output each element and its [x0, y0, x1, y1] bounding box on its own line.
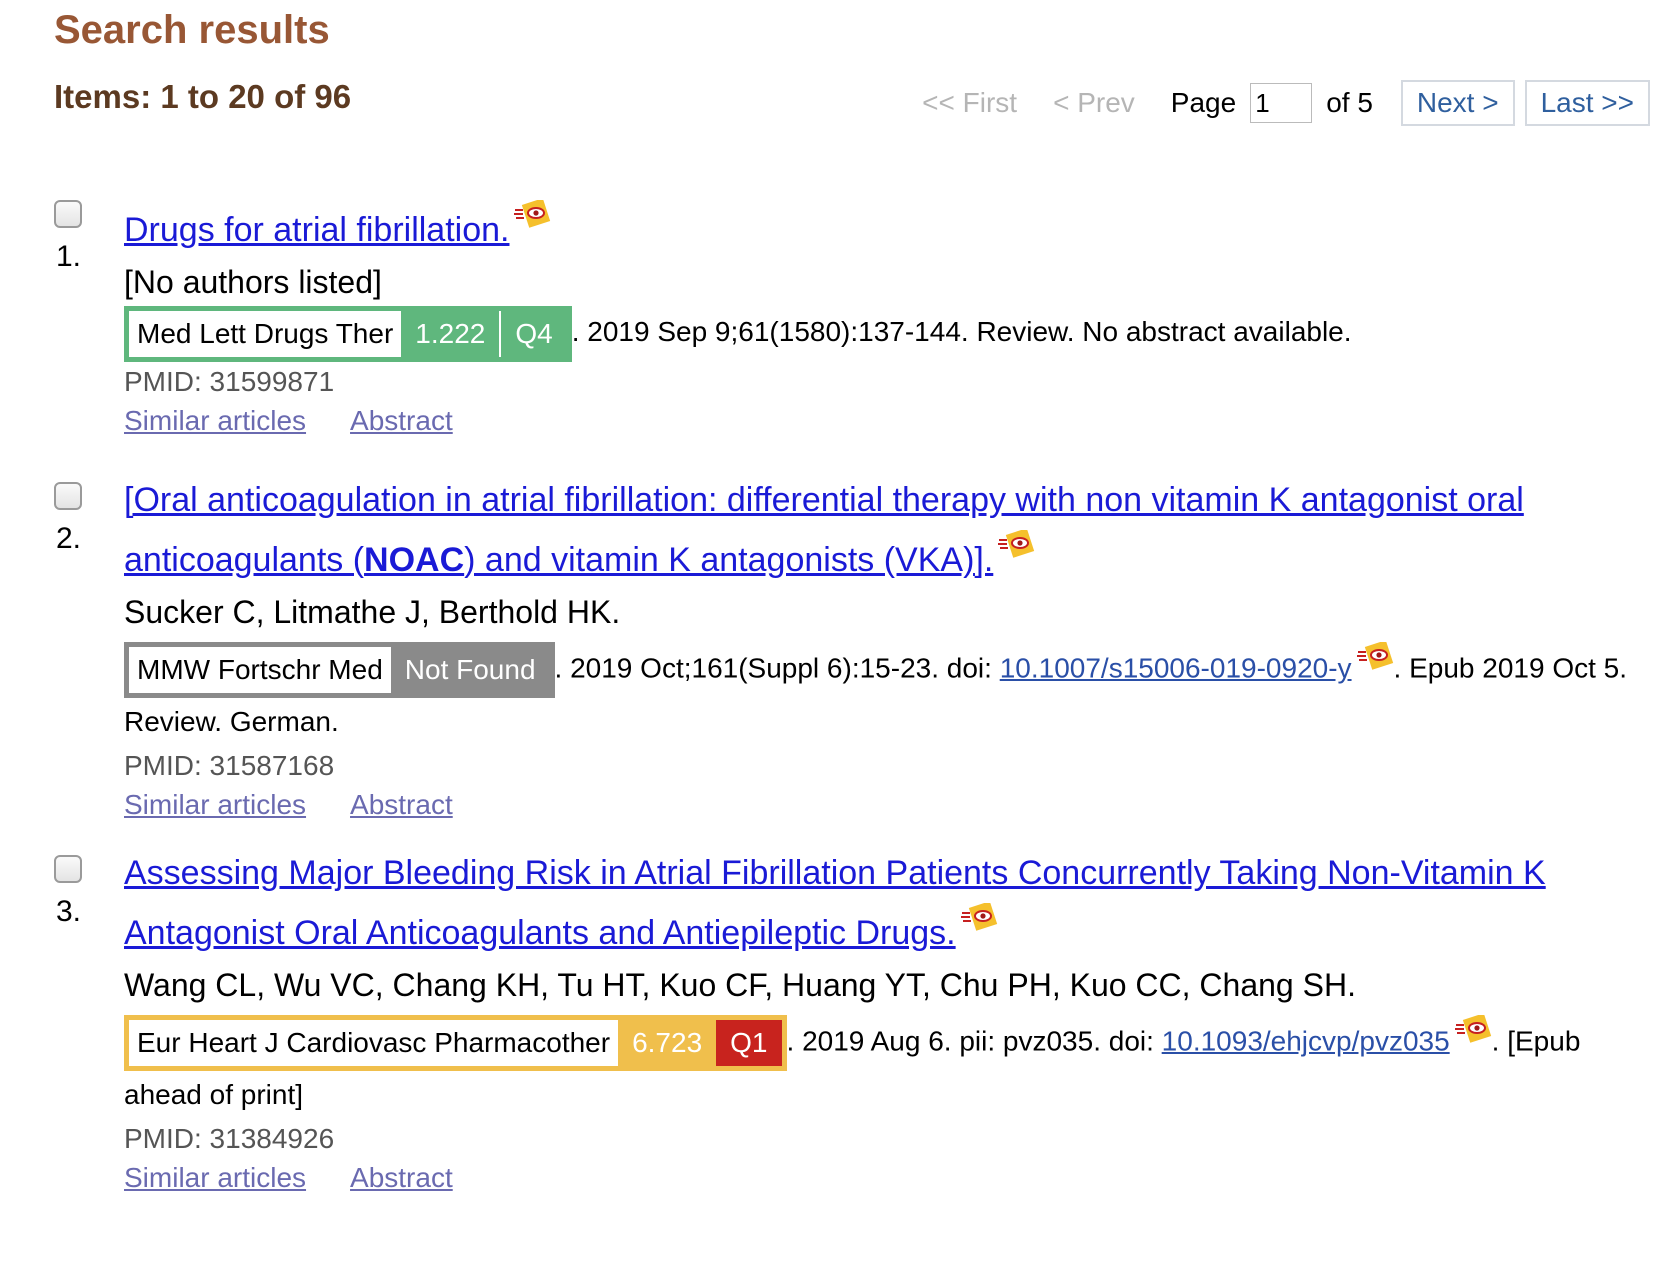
result-checkbox[interactable]	[54, 855, 82, 883]
result-number: 2.	[56, 522, 82, 555]
doi-link[interactable]: 10.1007/s15006-019-0920-y	[1000, 652, 1352, 683]
quartile-badge: Q1	[716, 1020, 782, 1066]
result-title-link[interactable]: [Oral anticoagulation in atrial fibrilla…	[124, 481, 1524, 579]
full-text-eye-icon[interactable]	[1356, 642, 1394, 670]
journal-badge: Eur Heart J Cardiovasc Pharmacother 6.72…	[124, 1015, 787, 1071]
page-label: Page	[1170, 87, 1237, 118]
impact-factor: 6.723	[618, 1020, 717, 1066]
citation-details: . 2019 Sep 9;61(1580):137-144. Review. N…	[571, 316, 1352, 347]
citation-details: . 2019 Oct;161(Suppl 6):15-23. doi:	[554, 652, 1000, 684]
impact-factor: Not Found	[390, 647, 550, 693]
journal-name: Med Lett Drugs Ther	[129, 310, 402, 357]
abstract-link[interactable]: Abstract	[350, 1162, 453, 1193]
pmid: PMID: 31587168	[124, 750, 335, 781]
pmid: PMID: 31384926	[124, 1123, 335, 1154]
similar-articles-link[interactable]: Similar articles	[124, 1162, 306, 1193]
journal-badge: Med Lett Drugs Ther 1.222 Q4	[124, 305, 572, 362]
result-checkbox[interactable]	[54, 200, 82, 228]
title-highlight: NOAC	[364, 541, 465, 579]
journal-name: Eur Heart J Cardiovasc Pharmacother	[129, 1020, 619, 1066]
result-checkbox[interactable]	[54, 482, 82, 510]
items-count: Items: 1 to 20 of 96	[54, 78, 352, 115]
pmid: PMID: 31599871	[124, 365, 335, 397]
citation-details: . 2019 Aug 6. pii: pvz035. doi:	[786, 1025, 1162, 1057]
result-number: 1.	[56, 240, 82, 273]
page-number-input[interactable]	[1250, 83, 1313, 123]
title-text: ) and vitamin K antagonists (VKA)].	[464, 541, 994, 579]
result-title-link[interactable]: Assessing Major Bleeding Risk in Atrial …	[124, 854, 1546, 952]
page-title: Search results	[54, 8, 330, 52]
pagination: << First < Prev Page of 5 Next > Last >>	[922, 80, 1650, 126]
abstract-link[interactable]: Abstract	[350, 405, 453, 436]
full-text-eye-icon[interactable]	[960, 903, 998, 931]
similar-articles-link[interactable]: Similar articles	[124, 405, 306, 436]
full-text-eye-icon[interactable]	[997, 530, 1035, 558]
first-page-link[interactable]: << First	[922, 87, 1017, 119]
journal-name: MMW Fortschr Med	[129, 647, 391, 693]
result-authors: Sucker C, Litmathe J, Berthold HK.	[124, 594, 621, 630]
page-total-label: of 5	[1326, 87, 1373, 118]
result-title-link[interactable]: Drugs for atrial fibrillation.	[124, 211, 509, 249]
result-authors: Wang CL, Wu VC, Chang KH, Tu HT, Kuo CF,…	[124, 967, 1356, 1003]
journal-badge: MMW Fortschr Med Not Found	[124, 642, 555, 698]
impact-factor: 1.222	[401, 310, 500, 357]
result-authors: [No authors listed]	[124, 264, 382, 300]
result-number: 3.	[56, 895, 82, 928]
last-page-button[interactable]: Last >>	[1524, 80, 1650, 126]
prev-page-link[interactable]: < Prev	[1053, 87, 1135, 119]
doi-link[interactable]: 10.1093/ehjcvp/pvz035	[1162, 1025, 1450, 1056]
quartile-badge: Q4	[499, 310, 567, 357]
full-text-eye-icon[interactable]	[1454, 1015, 1492, 1043]
next-page-button[interactable]: Next >	[1400, 80, 1515, 126]
full-text-eye-icon[interactable]	[513, 200, 551, 228]
similar-articles-link[interactable]: Similar articles	[124, 789, 306, 820]
abstract-link[interactable]: Abstract	[350, 789, 453, 820]
